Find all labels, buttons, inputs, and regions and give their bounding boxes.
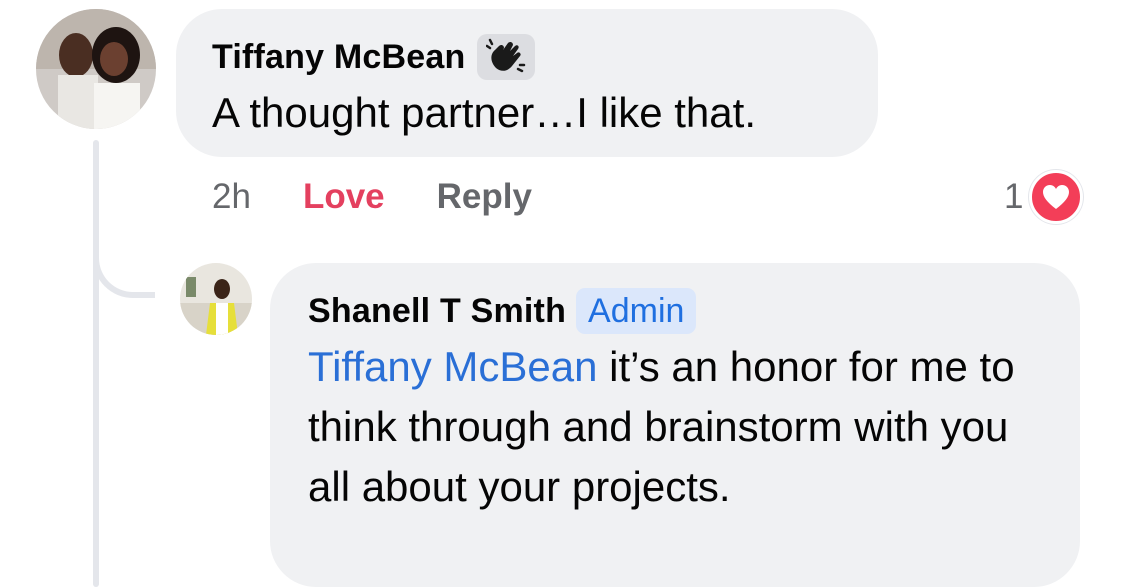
comment-timestamp[interactable]: 2h [212,177,251,217]
thread-connector [93,240,155,298]
reply-bubble: Shanell T Smith Admin Tiffany McBean it’… [270,263,1080,587]
heart-icon [1029,170,1084,224]
avatar-photo [180,263,252,335]
love-button[interactable]: Love [303,177,385,217]
thread-line [93,140,99,587]
reaction-count: 1 [1004,177,1024,216]
reaction-summary[interactable]: 1 [1004,170,1084,224]
reply-button[interactable]: Reply [437,177,532,217]
avatar-photo [36,9,156,129]
waving-hand-icon[interactable] [477,34,536,80]
admin-badge: Admin [576,288,697,334]
comment-actions: 2h Love Reply [212,170,532,224]
comment-author[interactable]: Tiffany McBean [212,38,465,77]
mention-link[interactable]: Tiffany McBean [308,343,597,390]
avatar-shanell[interactable] [180,263,252,335]
avatar-tiffany[interactable] [36,9,156,129]
comment-text: A thought partner…I like that. [212,89,756,136]
reply-author[interactable]: Shanell T Smith [308,292,566,331]
comment-bubble: Tiffany McBean A thought partner…I like … [176,9,878,157]
reply-text: Tiffany McBean it’s an honor for me to t… [308,337,1042,517]
